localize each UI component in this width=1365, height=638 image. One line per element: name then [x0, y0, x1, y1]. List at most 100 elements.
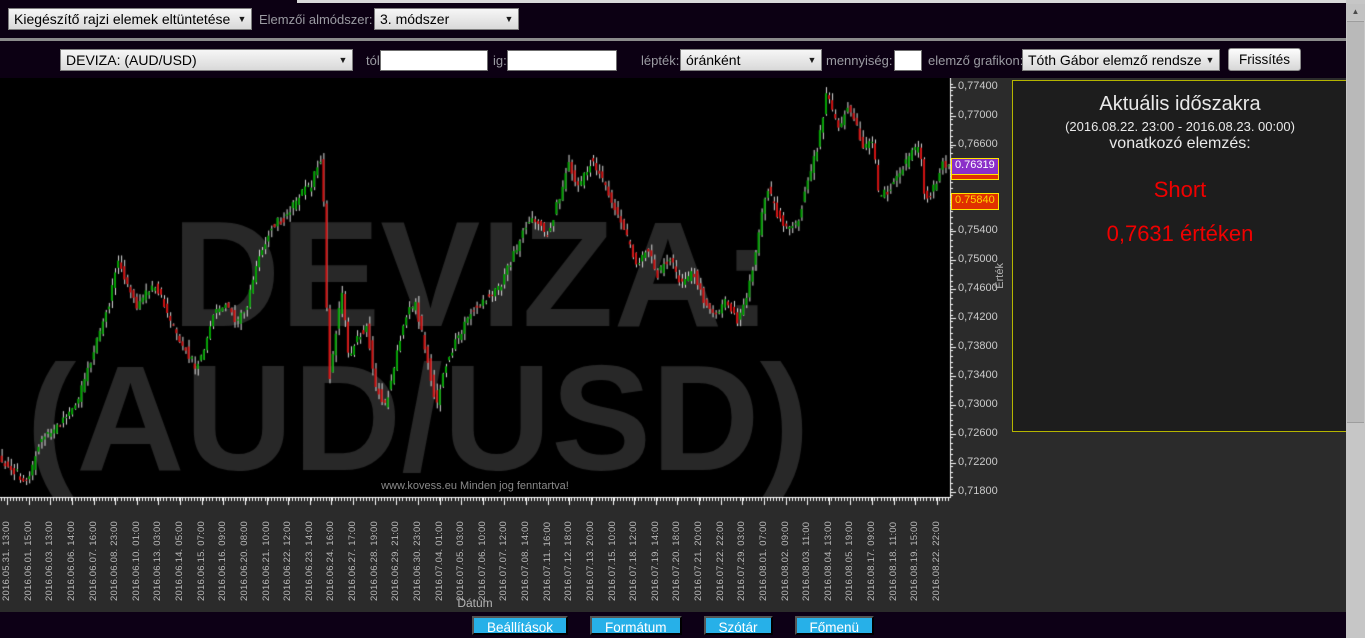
chevron-down-icon: ▼ [237, 14, 247, 24]
x-tick-label: 2016.08.22. 22:00 [931, 521, 942, 601]
x-tick-label: 2016.07.20. 18:00 [671, 521, 683, 601]
submethod-select[interactable]: 3. módszer ▼ [374, 8, 519, 30]
analyzer-select[interactable]: Tóth Gábor elemző rendsze ▼ [1022, 49, 1220, 71]
x-tick-label: 2016.07.13. 20:00 [584, 521, 596, 601]
price-label-current: 0.76319 [951, 157, 999, 175]
draw-elements-select[interactable]: Kiegészítő rajzi elemek eltüntetése ▼ [8, 8, 252, 30]
x-tick-label: 2016.06.14. 05:00 [174, 521, 186, 601]
analyzer-label: elemző grafikon: [928, 53, 1024, 68]
x-tick-label: 2016.06.07. 16:00 [87, 521, 99, 601]
x-tick-label: 2016.08.17. 09:00 [866, 521, 878, 601]
x-tick-label: 2016.08.03. 11:00 [801, 521, 813, 601]
scale-select-value: óránként [686, 52, 741, 68]
x-tick-label: 2016.06.08. 23:00 [109, 521, 121, 601]
y-tick-label: 0,73000 [958, 398, 998, 411]
scrollbar-thumb[interactable] [1347, 21, 1364, 423]
quantity-label: mennyiség: [826, 53, 893, 68]
analysis-subtitle: vonatkozó elemzés: [1109, 135, 1251, 152]
footer-bar: Beállítások Formátum Szótár Főmenü [0, 612, 1346, 638]
chevron-down-icon: ▼ [1205, 55, 1215, 65]
settings-button[interactable]: Beállítások [471, 615, 568, 635]
x-tick-label: 2016.08.02. 09:00 [779, 521, 791, 601]
x-tick-label: 2016.07.08. 14:00 [520, 521, 532, 601]
x-axis-title: Dátum [457, 596, 493, 610]
y-tick-label: 0,72200 [958, 455, 998, 468]
x-tick-label: 2016.07.15. 10:00 [606, 521, 618, 601]
x-tick-label: 2016.07.04. 01:00 [433, 521, 445, 601]
x-tick-label: 2016.07.22. 22:00 [714, 521, 726, 601]
draw-elements-select-value: Kiegészítő rajzi elemek eltüntetése [14, 11, 231, 27]
chevron-down-icon: ▼ [338, 55, 348, 65]
scale-label: lépték: [641, 53, 680, 68]
from-date-input[interactable] [380, 50, 488, 71]
x-tick-label: 2016.06.15. 07:00 [195, 521, 207, 601]
format-button[interactable]: Formátum [589, 615, 682, 635]
x-tick-label: 2016.06.20. 08:00 [238, 521, 250, 601]
x-tick-label: 2016.06.21. 10:00 [260, 521, 272, 601]
x-tick-label: 2016.06.13. 03:00 [152, 521, 164, 601]
x-tick-label: 2016.07.19. 14:00 [649, 521, 661, 601]
y-tick-label: 0,73800 [958, 340, 998, 353]
chart-attribution: www.kovess.eu Minden jog fenntartva! [381, 480, 569, 492]
x-tick-label: 2016.07.29. 03:00 [736, 521, 748, 601]
x-tick-label: 2016.06.27. 17:00 [347, 521, 359, 601]
x-tick-label: 2016.07.21. 20:00 [693, 521, 705, 601]
y-tick-label: 0,77400 [958, 79, 998, 92]
x-tick-label: 2016.06.22. 12:00 [282, 521, 294, 601]
x-tick-label: 2016.06.30. 23:00 [411, 521, 423, 601]
refresh-button[interactable]: Frissítés [1228, 48, 1302, 71]
window-top-edge [297, 0, 1346, 3]
analysis-panel: Aktuális időszakra (2016.08.22. 23:00 - … [1012, 80, 1348, 432]
instrument-select-value: DEVIZA: (AUD/USD) [66, 52, 197, 68]
x-tick-label: 2016.06.01. 15:00 [22, 521, 34, 601]
x-tick-label: 2016.06.16. 09:00 [217, 521, 229, 601]
x-tick-label: 2016.06.28. 19:00 [368, 521, 380, 601]
x-axis: 2016.05.31. 13:00 2016.06.01. 15:00 2016.0… [0, 503, 950, 601]
vertical-scrollbar[interactable]: ▲ [1346, 0, 1365, 638]
quantity-input[interactable] [894, 50, 922, 71]
to-date-input[interactable] [507, 50, 617, 71]
x-tick-label: 2016.06.03. 13:00 [44, 521, 56, 601]
y-tick-label: 0,75400 [958, 224, 998, 237]
x-tick-label: 2016.06.24. 16:00 [325, 521, 337, 601]
main-menu-button[interactable]: Főmenü [794, 615, 875, 635]
x-tick-label: 2016.06.06. 14:00 [65, 521, 77, 601]
x-tick-label: 2016.07.18. 12:00 [628, 521, 640, 601]
scroll-up-arrow-icon[interactable]: ▲ [1346, 4, 1365, 20]
chevron-down-icon: ▼ [504, 14, 514, 24]
chevron-down-icon: ▼ [807, 55, 817, 65]
x-tick-label: 2016.08.19. 15:00 [909, 521, 921, 601]
chart-figure: www.kovess.eu Minden jog fenntartva! 0,7… [0, 78, 1348, 612]
y-tick-label: 0,76600 [958, 137, 998, 150]
analyzer-select-value: Tóth Gábor elemző rendsze [1028, 52, 1202, 68]
dictionary-button[interactable]: Szótár [703, 615, 773, 635]
instrument-select[interactable]: DEVIZA: (AUD/USD) ▼ [60, 49, 353, 71]
y-tick-label: 0,74600 [958, 282, 998, 295]
y-tick-label: 0,72600 [958, 427, 998, 440]
analysis-signal: Short [1153, 177, 1207, 202]
y-tick-label: 0,77000 [958, 108, 998, 121]
x-tick-label: 2016.07.05. 03:00 [455, 521, 467, 601]
to-label: ig: [493, 53, 507, 68]
x-tick-label: 2016.08.04. 13:00 [822, 521, 834, 601]
submethod-label: Elemzői almódszer: [259, 12, 373, 27]
submethod-select-value: 3. módszer [380, 11, 450, 27]
y-axis-title: Érték [994, 263, 1006, 289]
y-tick-label: 0,75000 [958, 253, 998, 266]
x-tick-label: 2016.07.11. 16:00 [541, 521, 553, 601]
toolbar-divider [0, 38, 1365, 41]
analysis-title: Aktuális időszakra [1099, 93, 1261, 115]
x-tick-label: 2016.07.07. 12:00 [498, 521, 510, 601]
analysis-price: 0,7631 értéken [1106, 221, 1254, 246]
y-tick-label: 0,73400 [958, 369, 998, 382]
x-tick-label: 2016.08.05. 19:00 [844, 521, 856, 601]
x-tick-label: 2016.06.10. 01:00 [130, 521, 142, 601]
x-tick-label: 2016.07.12. 18:00 [563, 521, 575, 601]
price-label-signal: 0.75840 [951, 192, 999, 210]
x-tick-label: 2016.06.29. 21:00 [390, 521, 402, 601]
x-tick-label: 2016.08.01. 07:00 [757, 521, 769, 601]
x-tick-label: 2016.06.23. 14:00 [303, 521, 315, 601]
scale-select[interactable]: óránként ▼ [680, 49, 822, 71]
analysis-period: (2016.08.22. 23:00 - 2016.08.23. 00:00) [1065, 119, 1295, 134]
y-axis: 0,774000,770000,766000,762000,758000,754… [950, 78, 1012, 505]
